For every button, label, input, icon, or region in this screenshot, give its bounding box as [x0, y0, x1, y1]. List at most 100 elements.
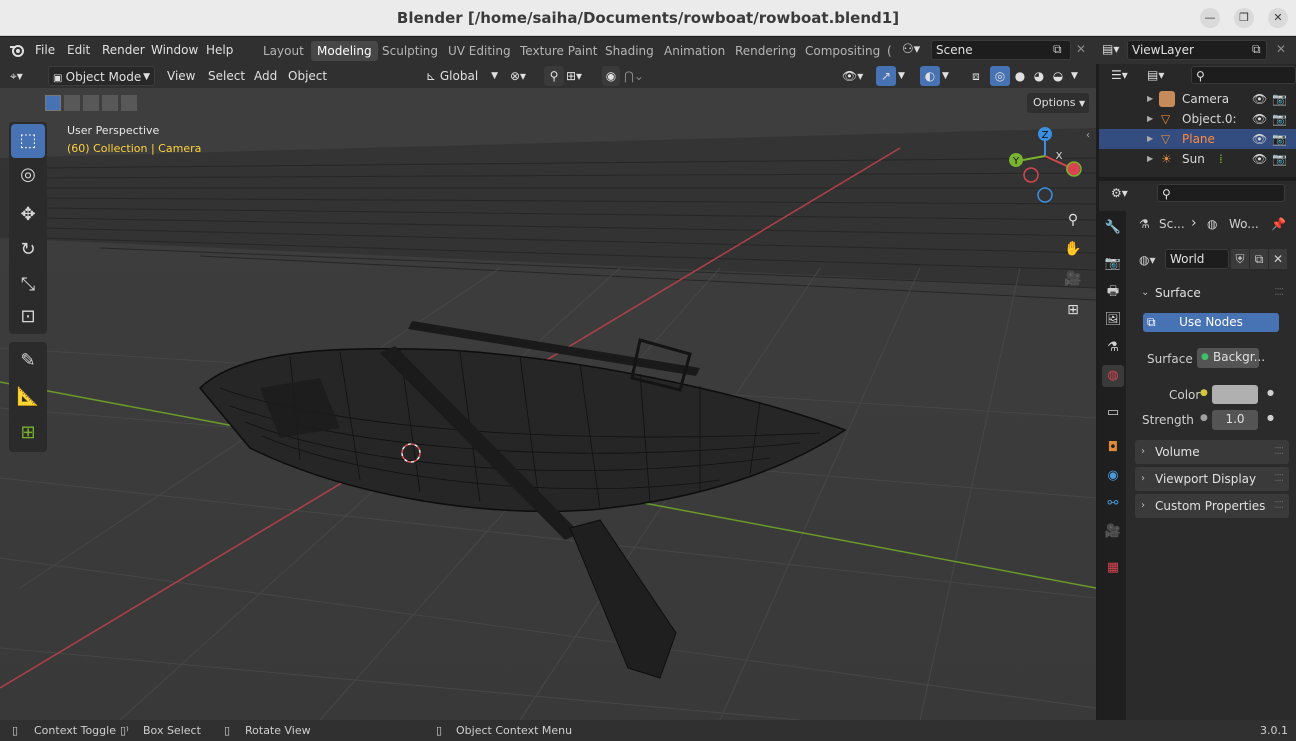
viewport-display-panel-header[interactable]: › Viewport Display ⁚⁚⁚⁚: [1135, 467, 1289, 491]
fake-user-shield-icon[interactable]: ⛨: [1231, 249, 1249, 269]
physics-tab-icon[interactable]: ◉: [1102, 465, 1124, 487]
add-cube-tool-icon[interactable]: ⊞: [11, 416, 45, 450]
mode-dropdown[interactable]: ▣ Object Mode ▼: [48, 66, 155, 86]
outliner-item-object[interactable]: ▶ ▽ Object.0: 👁 📷: [1099, 109, 1296, 129]
view-layer-tab-icon[interactable]: 🖼: [1102, 309, 1124, 331]
tab-texture-paint[interactable]: Texture Paint: [514, 41, 603, 61]
display-mode-icon[interactable]: ▤▾: [1147, 68, 1164, 82]
visibility-icon[interactable]: 👁▾: [842, 66, 863, 86]
properties-search-input[interactable]: ⚲: [1157, 184, 1285, 202]
scene-selector[interactable]: Scene: [931, 40, 1071, 60]
chevron-down-icon[interactable]: ▼: [898, 66, 905, 86]
chevron-down-icon[interactable]: ▼: [942, 66, 949, 86]
strength-socket-icon[interactable]: ●: [1200, 413, 1208, 423]
drag-handle-icon[interactable]: ⁚⁚⁚⁚: [1274, 494, 1284, 518]
tab-rendering[interactable]: Rendering: [729, 41, 802, 61]
delete-scene-icon[interactable]: ✕: [1076, 42, 1086, 56]
keyframe-dot-icon[interactable]: ●: [1267, 388, 1274, 397]
tab-shading[interactable]: Shading: [599, 41, 660, 61]
drag-handle-icon[interactable]: ⁚⁚⁚⁚: [1274, 281, 1284, 305]
expand-arrow-icon[interactable]: ▶: [1147, 89, 1153, 109]
pan-hand-icon[interactable]: ✋: [1061, 237, 1085, 261]
outliner-item-camera[interactable]: ▶ Camera 👁 📷: [1099, 89, 1296, 109]
solid-shading-icon[interactable]: ●: [1011, 66, 1029, 86]
select-new-icon[interactable]: [45, 95, 61, 111]
sidebar-toggle-icon[interactable]: ‹: [1086, 130, 1090, 141]
tab-overflow[interactable]: (: [881, 41, 898, 61]
cursor-tool-icon[interactable]: ◎: [11, 158, 45, 192]
color-swatch[interactable]: [1212, 385, 1258, 404]
drag-handle-icon[interactable]: ⁚⁚⁚⁚: [1274, 467, 1284, 491]
blender-logo-icon[interactable]: [9, 43, 25, 57]
expand-arrow-icon[interactable]: ▶: [1147, 149, 1153, 169]
surface-panel-header[interactable]: ⌄ Surface ⁚⁚⁚⁚: [1135, 281, 1289, 305]
render-camera-icon[interactable]: 📷: [1272, 109, 1287, 129]
menu-view[interactable]: View: [167, 66, 195, 86]
options-dropdown[interactable]: Options ▼: [1027, 93, 1089, 113]
editor-type-icon[interactable]: ⌖▾: [10, 66, 40, 86]
eye-icon[interactable]: 👁: [1252, 149, 1267, 169]
eye-icon[interactable]: 👁: [1252, 109, 1267, 129]
outliner-type-icon[interactable]: ☰▾: [1111, 68, 1128, 82]
color-socket-icon[interactable]: ●: [1200, 388, 1208, 398]
menu-object[interactable]: Object: [288, 66, 327, 86]
object-data-tab-icon[interactable]: 🎥: [1102, 521, 1124, 543]
tab-sculpting[interactable]: Sculpting: [376, 41, 444, 61]
menu-render[interactable]: Render: [102, 43, 145, 57]
menu-edit[interactable]: Edit: [67, 43, 90, 57]
proportional-edit-icon[interactable]: ◉: [602, 66, 620, 86]
world-name-field[interactable]: World: [1165, 249, 1229, 269]
menu-help[interactable]: Help: [206, 43, 233, 57]
volume-panel-header[interactable]: › Volume ⁚⁚⁚⁚: [1135, 440, 1289, 464]
transform-tool-icon[interactable]: ⊡: [11, 300, 45, 334]
xray-icon[interactable]: ⧈: [966, 66, 986, 86]
view-layer-icon[interactable]: ▤▾: [1102, 42, 1119, 56]
menu-select[interactable]: Select: [208, 66, 245, 86]
menu-add[interactable]: Add: [254, 66, 277, 86]
keyframe-dot-icon[interactable]: ●: [1267, 413, 1274, 422]
navigation-gizmo[interactable]: Z Y X: [1003, 124, 1089, 210]
select-invert-icon[interactable]: [102, 95, 118, 111]
object-tab-icon[interactable]: ◘: [1102, 437, 1124, 459]
select-box-tool-icon[interactable]: ⬚: [11, 124, 45, 158]
snap-icon[interactable]: ⚲: [544, 66, 564, 86]
constraints-tab-icon[interactable]: ⚯: [1102, 493, 1124, 515]
maximize-button[interactable]: ❐: [1234, 8, 1254, 28]
scene-icon[interactable]: ⚇▾: [902, 42, 920, 57]
custom-properties-panel-header[interactable]: › Custom Properties ⁚⁚⁚⁚: [1135, 494, 1289, 518]
outliner-item-sun[interactable]: ▶ ☀ Sun ⁞ 👁 📷: [1099, 149, 1296, 169]
tab-uv-editing[interactable]: UV Editing: [442, 41, 517, 61]
expand-arrow-icon[interactable]: ▶: [1147, 109, 1153, 129]
new-view-layer-icon[interactable]: ⧉: [1252, 42, 1261, 57]
tab-layout[interactable]: Layout: [257, 41, 310, 61]
close-button[interactable]: ✕: [1268, 8, 1288, 28]
expand-arrow-icon[interactable]: ▶: [1147, 129, 1153, 149]
outliner-item-plane[interactable]: ▶ ▽ Plane 👁 📷: [1099, 129, 1296, 149]
annotate-tool-icon[interactable]: ✎: [11, 344, 45, 378]
breadcrumb-scene[interactable]: Sc...: [1159, 217, 1185, 231]
select-intersect-icon[interactable]: [121, 95, 137, 111]
use-nodes-button[interactable]: ⧉ Use Nodes: [1143, 313, 1279, 332]
camera-view-icon[interactable]: 🎥: [1061, 267, 1085, 291]
gizmo-neg-x-icon[interactable]: [1023, 167, 1039, 183]
collection-tab-icon[interactable]: ▭: [1102, 402, 1124, 424]
move-tool-icon[interactable]: ✥: [11, 198, 45, 232]
wireframe-shading-icon[interactable]: ◎: [990, 66, 1010, 86]
delete-view-layer-icon[interactable]: ✕: [1276, 42, 1286, 56]
pin-icon[interactable]: 📌: [1271, 217, 1286, 231]
render-camera-icon[interactable]: 📷: [1272, 129, 1287, 149]
3d-viewport[interactable]: User Perspective (60) Collection | Camer…: [0, 88, 1096, 720]
menu-file[interactable]: File: [35, 43, 55, 57]
texture-tab-icon[interactable]: ▦: [1102, 557, 1124, 579]
view-layer-selector[interactable]: ViewLayer: [1127, 40, 1267, 60]
snap-target-icon[interactable]: ⊞▾: [566, 66, 582, 86]
unlink-world-icon[interactable]: ✕: [1269, 249, 1287, 269]
material-shading-icon[interactable]: ◕: [1030, 66, 1048, 86]
outliner-search-input[interactable]: ⚲: [1191, 66, 1296, 84]
rotate-tool-icon[interactable]: ↻: [11, 233, 45, 267]
eye-icon[interactable]: 👁: [1252, 129, 1267, 149]
overlays-icon[interactable]: ◐: [920, 66, 940, 86]
scene-tab-icon[interactable]: ⚗: [1102, 337, 1124, 359]
new-world-icon[interactable]: ⧉: [1250, 249, 1268, 269]
world-tab-icon[interactable]: ◍: [1102, 365, 1124, 387]
